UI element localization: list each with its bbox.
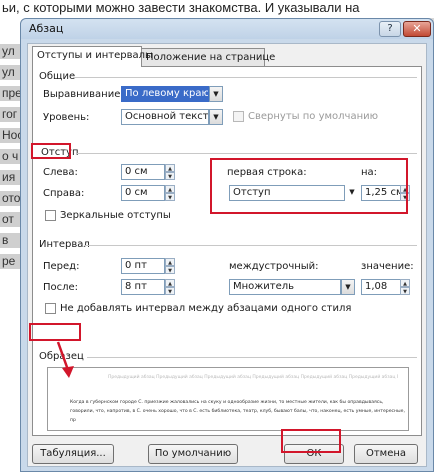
alignment-label: Выравнивание: [43, 89, 124, 100]
mirror-indents-checkbox[interactable] [45, 210, 56, 221]
divider [73, 77, 417, 78]
indent-right-input[interactable]: 0 см [121, 185, 165, 201]
spacing-section-title: Интервал [39, 239, 90, 250]
set-default-button[interactable]: По умолчанию [148, 444, 238, 464]
spacing-after-stepper[interactable]: ▲ ▼ [165, 279, 175, 295]
indent-left-label: Слева: [43, 167, 78, 178]
tab-page: Общие Выравнивание: По левому краю ▼ Уро… [32, 66, 422, 436]
spacing-before-label: Перед: [43, 261, 80, 272]
spacing-after-label: После: [43, 282, 79, 293]
preview-pane: Предыдущий абзац Предыдущий абзац Предыд… [47, 367, 409, 431]
line-spacing-label: междустрочный: [229, 261, 319, 272]
annotation-box-indent [31, 143, 71, 159]
no-space-checkbox[interactable] [45, 303, 56, 314]
tabs-button[interactable]: Табуляция... [32, 444, 114, 464]
spacing-after-input[interactable]: 8 пт [121, 279, 165, 295]
general-section-title: Общие [39, 71, 76, 82]
line-spacing-select[interactable]: Множитель [229, 279, 341, 295]
preview-previous-paragraph: Предыдущий абзац Предыдущий абзац Предыд… [108, 375, 398, 380]
spacing-before-input[interactable]: 0 пт [121, 258, 165, 274]
collapsed-label: Свернуты по умолчанию [248, 111, 379, 122]
annotation-arrow-icon [56, 341, 74, 378]
collapsed-checkbox[interactable] [233, 111, 244, 122]
indent-left-stepper[interactable]: ▲ ▼ [165, 164, 175, 180]
chevron-down-icon[interactable]: ▼ [209, 109, 223, 125]
close-button[interactable]: ✕ [403, 21, 431, 37]
annotation-box-preview [29, 323, 81, 341]
line-spacing-at-stepper[interactable]: ▲ ▼ [400, 279, 410, 295]
indent-right-stepper[interactable]: ▲ ▼ [165, 185, 175, 201]
dialog-titlebar[interactable]: Абзац ? ✕ [21, 19, 433, 39]
chevron-down-icon[interactable]: ▼ [341, 279, 355, 295]
chevron-down-icon[interactable]: ▼ [209, 86, 223, 102]
divider [85, 245, 417, 246]
level-select[interactable]: Основной текст [121, 109, 209, 125]
level-label: Уровень: [43, 112, 90, 123]
dialog-client-area: Отступы и интервалы Положение на страниц… [27, 43, 427, 467]
document-text-line: ьи, с которыми можно завести знакомства.… [2, 0, 360, 15]
help-button[interactable]: ? [379, 21, 401, 37]
tab-line-and-page-breaks[interactable]: Положение на странице [141, 48, 275, 67]
line-spacing-at-input[interactable]: 1,08 [361, 279, 401, 295]
cancel-button[interactable]: Отмена [354, 444, 418, 464]
annotation-box-first-line [210, 158, 408, 214]
divider [87, 357, 417, 358]
divider [77, 153, 417, 154]
indent-right-label: Справа: [43, 188, 85, 199]
annotation-box-ok [281, 429, 341, 453]
dialog-title: Абзац [29, 22, 64, 35]
indent-left-input[interactable]: 0 см [121, 164, 165, 180]
mirror-indents-label: Зеркальные отступы [60, 210, 171, 221]
preview-paragraph: Когда в губернском городе С. приезжие жа… [70, 400, 405, 423]
spacing-before-stepper[interactable]: ▲ ▼ [165, 258, 175, 274]
tab-indents-and-spacing[interactable]: Отступы и интервалы [32, 46, 153, 67]
line-spacing-at-label: значение: [361, 261, 414, 272]
no-space-label: Не добавлять интервал между абзацами одн… [60, 303, 352, 314]
paragraph-dialog: Абзац ? ✕ Отступы и интервалы Положение … [20, 18, 434, 472]
alignment-select[interactable]: По левому краю [121, 86, 209, 102]
